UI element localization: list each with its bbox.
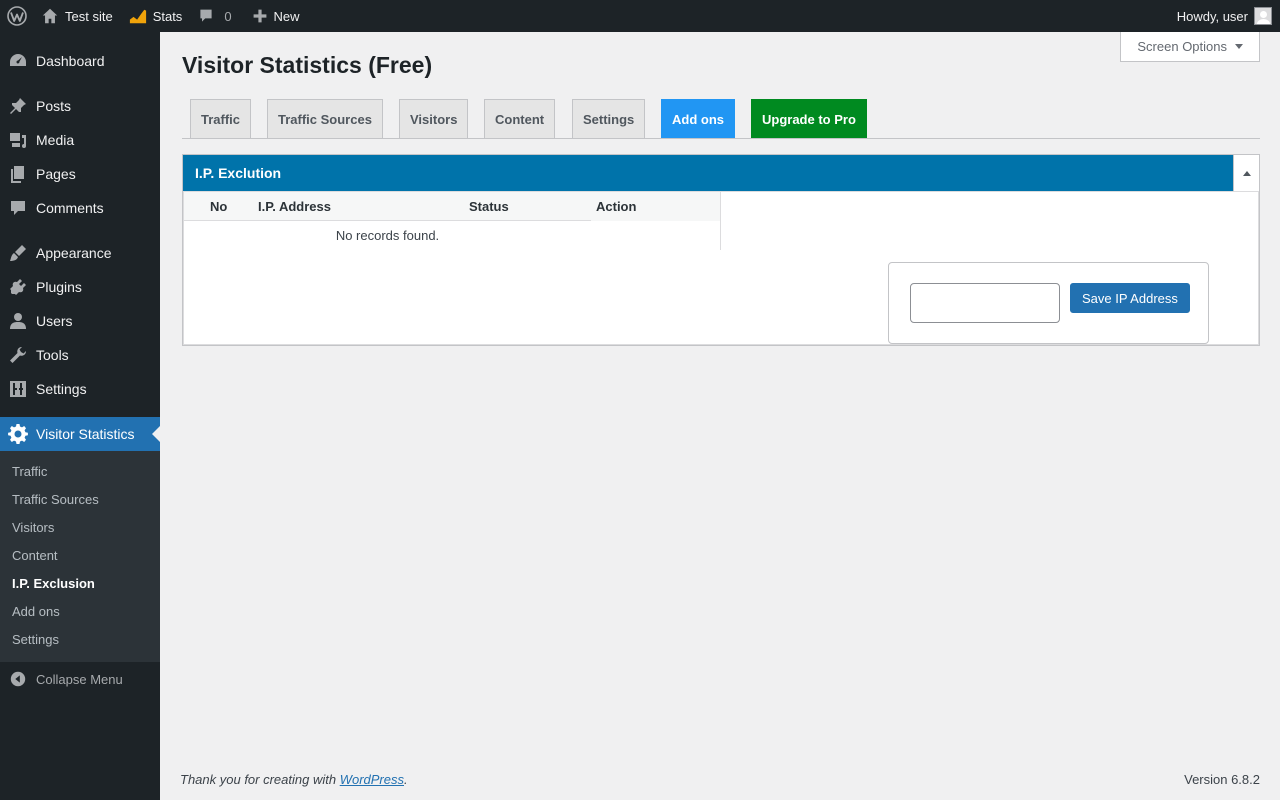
- wordpress-logo-menu[interactable]: [0, 0, 33, 32]
- ip-address-input[interactable]: [910, 283, 1060, 323]
- wrench-icon: [0, 345, 36, 365]
- wordpress-logo-icon: [7, 6, 27, 26]
- comments-menu[interactable]: 0: [190, 0, 239, 32]
- submenu-item-traffic[interactable]: Traffic: [0, 458, 160, 486]
- pages-icon: [0, 164, 36, 184]
- site-name: Test site: [65, 8, 113, 24]
- sidebar-item-label: Posts: [36, 98, 72, 114]
- submenu-item-content[interactable]: Content: [0, 542, 160, 570]
- gear-icon: [0, 424, 36, 444]
- sidebar-item-label: Media: [36, 132, 75, 148]
- tab-upgrade-to-pro[interactable]: Upgrade to Pro: [751, 99, 867, 138]
- comment-bubble-icon: [200, 9, 212, 22]
- visitor-statistics-submenu: Traffic Traffic Sources Visitors Content…: [0, 451, 160, 662]
- screen-options-button[interactable]: Screen Options: [1120, 32, 1260, 62]
- howdy-text: Howdy, user: [1176, 8, 1248, 24]
- site-name-menu[interactable]: Test site: [33, 0, 121, 32]
- my-account-menu[interactable]: Howdy, user: [1169, 0, 1280, 32]
- panel-toggle-button[interactable]: [1233, 155, 1259, 191]
- plus-icon: [253, 9, 266, 23]
- ip-table: No I.P. Address Status Action No records…: [184, 192, 721, 250]
- empty-table-message: No records found.: [335, 228, 440, 243]
- sidebar-item-dashboard[interactable]: Dashboard: [0, 44, 160, 78]
- avatar: [1254, 7, 1272, 25]
- sidebar-item-label: Pages: [36, 166, 76, 182]
- sidebar-item-appearance[interactable]: Appearance: [0, 236, 160, 270]
- submenu-item-ip-exclusion[interactable]: I.P. Exclusion: [0, 570, 160, 598]
- column-header-no: No: [210, 199, 228, 214]
- sidebar-item-comments[interactable]: Comments: [0, 191, 160, 225]
- settings-sliders-icon: [0, 379, 36, 399]
- stats-label: Stats: [152, 8, 183, 24]
- admin-bar: Test site Stats 0 New Howdy, user: [0, 0, 1280, 32]
- footer-thanks-suffix: .: [404, 772, 408, 787]
- footer-thanks: Thank you for creating with WordPress.: [180, 772, 408, 787]
- tab-settings[interactable]: Settings: [572, 99, 646, 138]
- add-ip-form: Save IP Address: [888, 262, 1209, 344]
- save-ip-address-button[interactable]: Save IP Address: [1070, 283, 1190, 313]
- comment-icon: [0, 198, 36, 218]
- caret-up-icon: [1242, 170, 1251, 176]
- collapse-menu-label: Collapse Menu: [36, 671, 123, 687]
- panel-body: No I.P. Address Status Action No records…: [183, 191, 1259, 345]
- sidebar-item-label: Comments: [36, 200, 104, 216]
- tab-visitors[interactable]: Visitors: [399, 99, 469, 138]
- sidebar-item-label: Dashboard: [36, 53, 105, 69]
- pin-icon: [0, 96, 36, 116]
- sidebar-item-label: Appearance: [36, 245, 112, 261]
- paintbrush-icon: [0, 243, 36, 263]
- stats-menu[interactable]: Stats: [121, 0, 191, 32]
- footer-version: Version 6.8.2: [1184, 772, 1260, 787]
- sidebar-item-posts[interactable]: Posts: [0, 89, 160, 123]
- sidebar-item-label: Visitor Statistics: [36, 426, 135, 442]
- sidebar-item-users[interactable]: Users: [0, 304, 160, 338]
- sidebar-item-media[interactable]: Media: [0, 123, 160, 157]
- plugin-icon: [0, 277, 36, 297]
- action-header-cell: Action: [591, 192, 720, 221]
- collapse-arrow-icon: [0, 670, 36, 688]
- main-content: Screen Options Visitor Statistics (Free)…: [160, 32, 1280, 800]
- submenu-item-settings[interactable]: Settings: [0, 626, 160, 654]
- sidebar-item-label: Tools: [36, 347, 69, 363]
- screen-options-label: Screen Options: [1137, 39, 1227, 54]
- sidebar-item-settings[interactable]: Settings: [0, 372, 160, 406]
- collapse-menu-button[interactable]: Collapse Menu: [0, 662, 160, 696]
- new-content-menu[interactable]: New: [244, 0, 308, 32]
- stats-chart-icon: [129, 9, 146, 24]
- tab-add-ons[interactable]: Add ons: [661, 99, 735, 138]
- caret-down-icon: [1235, 44, 1243, 49]
- column-header-ip-address: I.P. Address: [258, 199, 331, 214]
- column-header-action: Action: [596, 199, 637, 214]
- tab-traffic-sources[interactable]: Traffic Sources: [267, 99, 383, 138]
- admin-sidebar: Dashboard Posts Media Pages Comments App…: [0, 32, 160, 800]
- page-title: Visitor Statistics (Free): [182, 52, 433, 78]
- comments-count: 0: [224, 8, 232, 24]
- media-icon: [0, 130, 36, 150]
- panel-title: I.P. Exclution: [195, 165, 282, 181]
- footer-thanks-prefix: Thank you for creating with: [180, 772, 340, 787]
- sidebar-item-plugins[interactable]: Plugins: [0, 270, 160, 304]
- sidebar-item-label: Settings: [36, 381, 87, 397]
- table-header-row: No I.P. Address Status: [184, 192, 591, 221]
- sidebar-item-label: Users: [36, 313, 73, 329]
- ip-exclusion-panel: I.P. Exclution No I.P. Address Status Ac…: [182, 154, 1260, 346]
- sidebar-item-pages[interactable]: Pages: [0, 157, 160, 191]
- submenu-item-visitors[interactable]: Visitors: [0, 514, 160, 542]
- tab-content[interactable]: Content: [484, 99, 556, 138]
- nav-tabs: Traffic Traffic Sources Visitors Content…: [182, 99, 1260, 139]
- home-icon: [42, 8, 58, 24]
- column-header-status: Status: [469, 199, 509, 214]
- submenu-item-add-ons[interactable]: Add ons: [0, 598, 160, 626]
- panel-header: I.P. Exclution: [183, 155, 1259, 191]
- new-label: New: [273, 8, 300, 24]
- sidebar-item-tools[interactable]: Tools: [0, 338, 160, 372]
- sidebar-item-visitor-statistics[interactable]: Visitor Statistics: [0, 417, 160, 451]
- submenu-item-traffic-sources[interactable]: Traffic Sources: [0, 486, 160, 514]
- sidebar-item-label: Plugins: [36, 279, 82, 295]
- tab-traffic[interactable]: Traffic: [190, 99, 252, 138]
- wordpress-link[interactable]: WordPress: [340, 772, 404, 787]
- dashboard-icon: [0, 51, 36, 71]
- user-icon: [0, 311, 36, 331]
